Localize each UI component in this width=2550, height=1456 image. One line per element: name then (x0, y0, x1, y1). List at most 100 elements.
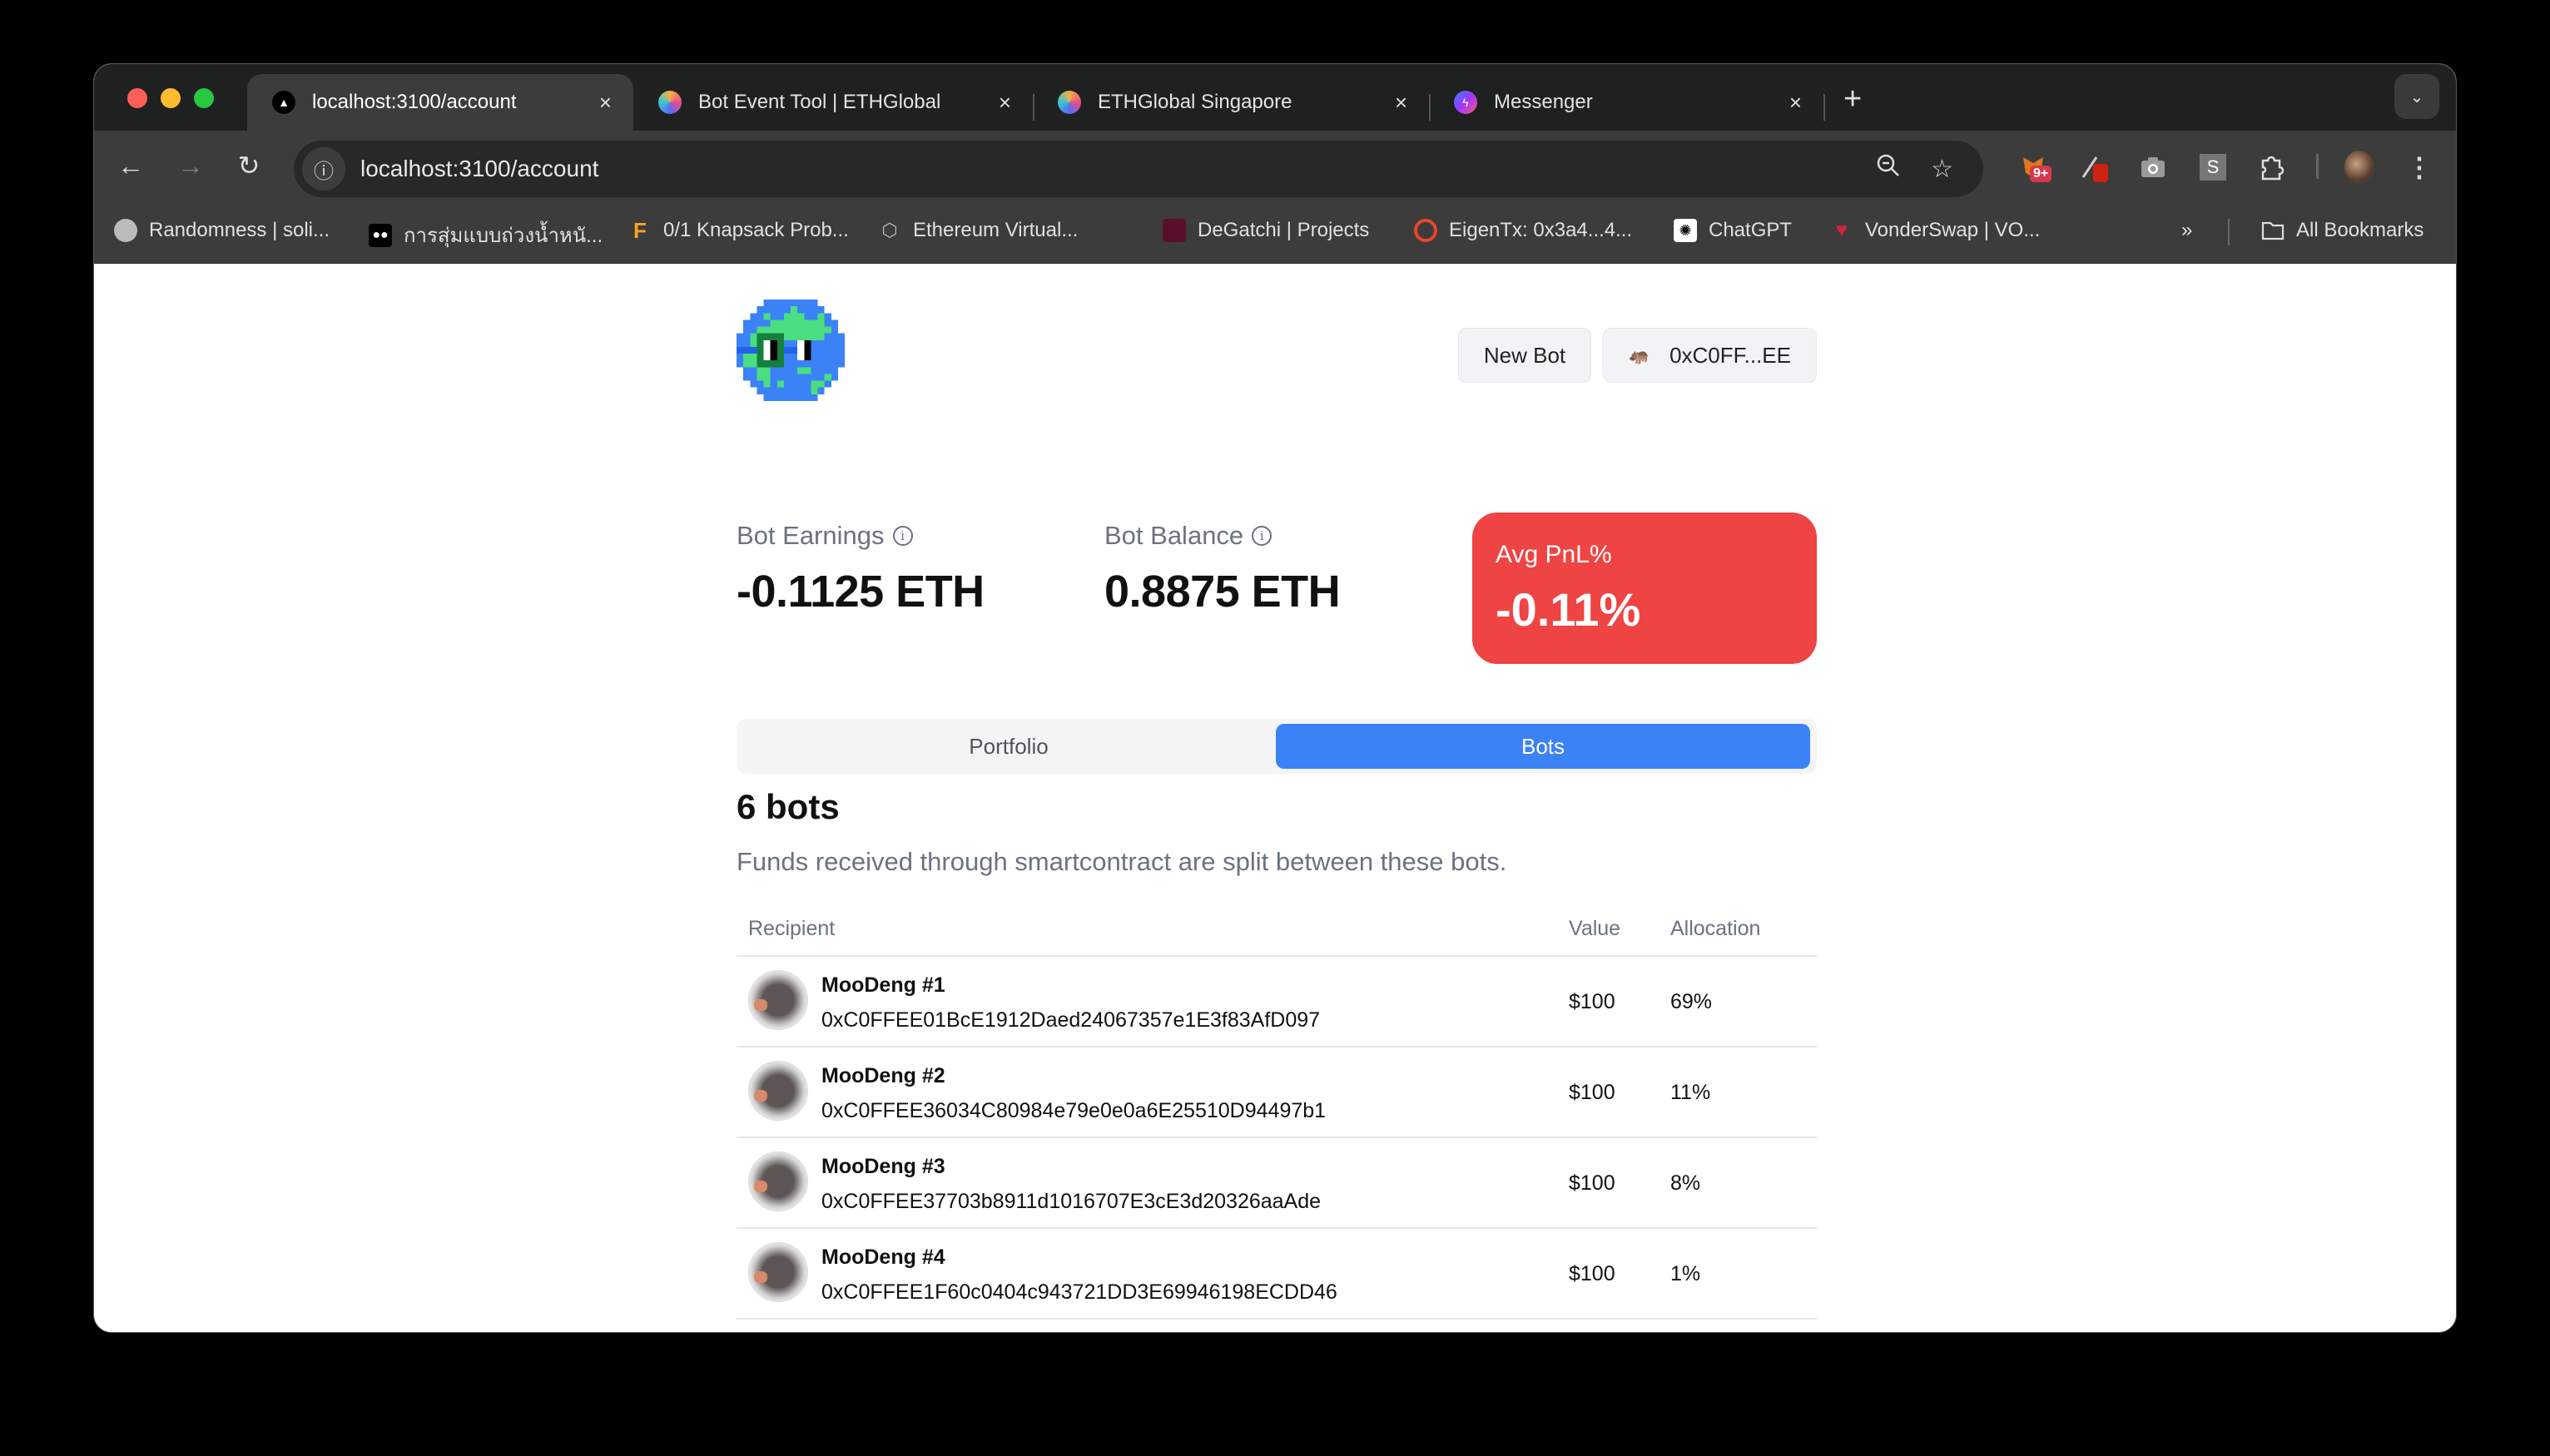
wallet-address: 0xC0FF...EE (1669, 342, 1791, 368)
bot-earnings-value: -0.1125 ETH (737, 567, 985, 617)
metamask-extension[interactable]: 9+ (2018, 152, 2052, 182)
extensions-button[interactable] (2256, 152, 2286, 182)
bot-value: $100 (1569, 1081, 1615, 1104)
address-url[interactable]: localhost:3100/account (360, 156, 1876, 182)
arrow-right-icon: → (177, 150, 204, 181)
minimize-window-button[interactable] (161, 88, 181, 108)
info-icon[interactable]: i (1252, 526, 1273, 546)
bookmark-item[interactable]: ♥ VonderSwap | VO... (1830, 219, 2040, 242)
puzzle-icon (2261, 156, 2285, 181)
table-row[interactable]: MooDeng #1 0xC0FFEE01BcE1912Daed24067357e… (737, 957, 1817, 1047)
back-button[interactable]: ← (112, 147, 149, 184)
browser-window: ▲ localhost:3100/account × Bot Event Too… (93, 63, 2457, 1333)
avg-pnl-card: Avg PnL% -0.11% (1472, 513, 1817, 664)
close-tab-icon[interactable]: × (599, 90, 612, 116)
table-row[interactable]: MooDeng #50xC0FFEE2eECf9E587519026a3eE91… (737, 1320, 1817, 1332)
bookmark-item[interactable]: EigenTx: 0x3a4...4... (1414, 219, 1632, 242)
bot-name: MooDeng #3 (821, 1155, 945, 1178)
bot-earnings-label: Bot Earnings (737, 521, 885, 550)
site-info-icon[interactable]: ⓘ (302, 147, 345, 191)
s-extension[interactable]: S (2198, 152, 2228, 182)
close-window-button[interactable] (127, 88, 147, 108)
header-actions: New Bot 🦛 0xC0FF...EE (1457, 328, 1817, 383)
column-recipient: Recipient (748, 917, 836, 940)
screenshot-extension[interactable] (2138, 152, 2168, 182)
ethglobal-icon (1058, 91, 1081, 114)
tab-localhost-account[interactable]: ▲ localhost:3100/account × (247, 74, 633, 131)
address-bar[interactable]: ⓘ localhost:3100/account ☆ (294, 141, 1983, 197)
table-row[interactable]: MooDeng #2 0xC0FFEE36034C80984e79e0e0a6E2… (737, 1047, 1817, 1138)
bookmark-label: DeGatchi | Projects (1198, 219, 1370, 241)
bots-count-heading: 6 bots (737, 787, 840, 826)
globe-icon (114, 219, 137, 242)
bookmark-item[interactable]: ●● การสุ่มแบบถ่วงน้ำหนั... (369, 219, 603, 251)
medium-icon: ●● (369, 223, 392, 247)
bot-avatar (748, 1151, 808, 1211)
bookmark-label: ChatGPT (1709, 219, 1793, 241)
tab-search-dropdown[interactable]: ⌄ (2394, 74, 2439, 119)
bookmark-label: การสุ่มแบบถ่วงน้ำหนั... (404, 225, 603, 247)
table-row[interactable]: MooDeng #4 0xC0FFEE1F60c0404c943721DD3E69… (737, 1229, 1817, 1320)
close-tab-icon[interactable]: × (999, 90, 1011, 116)
bot-address: 0xC0FFEE36034C80984e79e0e0a6E25510D94497… (821, 1099, 1327, 1122)
table-row[interactable]: MooDeng #3 0xC0FFEE37703b8911d1016707E3cE… (737, 1138, 1817, 1229)
bot-balance-value: 0.8875 ETH (1104, 567, 1341, 617)
chatgpt-icon: ✺ (1674, 219, 1697, 242)
folder-icon (2261, 219, 2285, 242)
bookmark-item[interactable]: ⬡ Ethereum Virtual... (878, 219, 1078, 242)
bookmark-item[interactable]: DeGatchi | Projects (1163, 219, 1369, 242)
forward-button[interactable]: → (172, 147, 209, 184)
zoom-out-icon[interactable] (1876, 153, 1901, 185)
new-bot-button[interactable]: New Bot (1457, 328, 1592, 383)
column-value: Value (1569, 917, 1621, 940)
close-tab-icon[interactable]: × (1789, 90, 1802, 116)
bookmark-item[interactable]: Randomness | soli... (114, 219, 330, 242)
tab-bot-event-tool[interactable]: Bot Event Tool | ETHGlobal × (633, 74, 1033, 131)
tab-title: ETHGlobal Singapore (1098, 91, 1292, 113)
all-bookmarks-button[interactable]: All Bookmarks (2261, 219, 2423, 242)
tab-title: Bot Event Tool | ETHGlobal (698, 91, 941, 113)
bot-value: $100 (1569, 1171, 1615, 1195)
bot-avatar (748, 1242, 808, 1302)
info-icon[interactable]: i (892, 526, 913, 546)
bookmarks-overflow-button[interactable]: » (2181, 219, 2192, 242)
new-tab-button[interactable]: + (1843, 82, 1862, 116)
bot-value: $100 (1569, 990, 1615, 1013)
bookmark-star-icon[interactable]: ☆ (1931, 155, 1953, 184)
bot-balance-stat: Bot Balance i 0.8875 ETH (1104, 521, 1341, 617)
notification-badge: 9+ (2030, 166, 2052, 182)
profile-avatar (2344, 151, 2374, 184)
tab-bots[interactable]: Bots (1276, 724, 1810, 769)
cube-icon: ⬡ (881, 220, 898, 240)
bot-value: $100 (1569, 1262, 1615, 1285)
s-letter-icon: S (2200, 154, 2226, 181)
wallet-button[interactable]: 🦛 0xC0FF...EE (1603, 328, 1817, 383)
tab-title: localhost:3100/account (312, 91, 517, 113)
bookmark-item[interactable]: F 0/1 Knapsack Prob... (628, 218, 849, 243)
bookmark-label: All Bookmarks (2296, 219, 2424, 241)
maximize-window-button[interactable] (194, 88, 214, 108)
chevron-double-right-icon: » (2181, 219, 2193, 241)
bookmark-label: Randomness | soli... (149, 219, 330, 241)
bot-avatar (748, 970, 808, 1030)
profile-button[interactable] (2344, 151, 2374, 184)
bot-address: 0xC0FFEE37703b8911d1016707E3cE3d20326aaA… (821, 1190, 1322, 1213)
bot-address: 0xC0FFEE01BcE1912Daed24067357e1E3f83AfD0… (821, 1008, 1321, 1032)
avg-pnl-value: -0.11% (1496, 583, 1641, 636)
vercel-triangle-icon: ▲ (272, 91, 295, 114)
bookmark-label: 0/1 Knapsack Prob... (663, 219, 849, 241)
arrow-left-icon: ← (117, 150, 144, 181)
color-picker-extension[interactable] (2080, 152, 2110, 182)
reload-button[interactable]: ↻ (231, 147, 267, 184)
close-tab-icon[interactable]: × (1395, 90, 1407, 116)
tab-portfolio[interactable]: Portfolio (742, 724, 1276, 769)
view-tabs: Portfolio Bots (737, 719, 1817, 774)
tab-messenger[interactable]: ϟ Messenger × (1429, 74, 1823, 131)
bot-allocation: 69% (1670, 990, 1713, 1013)
bookmark-item[interactable]: ✺ ChatGPT (1674, 219, 1792, 242)
bot-address: 0xC0FFEE1F60c0404c943721DD3E69946198ECDD… (821, 1280, 1337, 1304)
table-body: MooDeng #1 0xC0FFEE01BcE1912Daed24067357e… (737, 957, 1817, 1332)
eigen-icon (1414, 219, 1437, 242)
tab-ethglobal-singapore[interactable]: ETHGlobal Singapore × (1033, 74, 1429, 131)
browser-menu-button[interactable]: ⋮ (2404, 152, 2434, 182)
